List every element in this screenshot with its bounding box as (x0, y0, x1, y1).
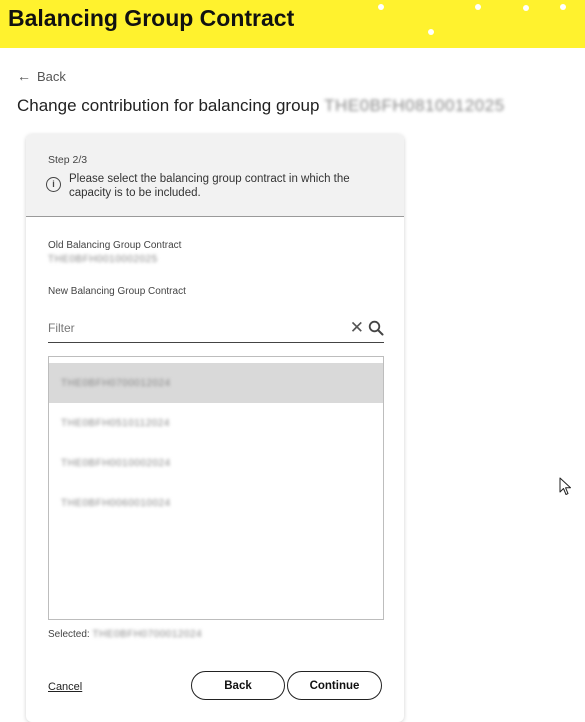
info-text: Please select the balancing group contra… (69, 173, 350, 199)
mouse-cursor-icon (559, 477, 571, 495)
clear-icon[interactable]: ✕ (350, 318, 364, 338)
page-title: Change contribution for balancing group … (17, 96, 505, 116)
back-link[interactable]: ← Back (17, 68, 66, 84)
banner-decoration-dot (560, 4, 566, 10)
info-icon: i (46, 177, 61, 192)
continue-button[interactable]: Continue (287, 671, 382, 700)
back-button[interactable]: Back (191, 671, 285, 700)
card-header: Step 2/3 i Please select the balancing g… (26, 134, 404, 217)
step-indicator: Step 2/3 (48, 154, 88, 166)
arrow-left-icon: ← (17, 68, 31, 84)
contract-id: THE0BFH0700012024 (61, 377, 171, 389)
contract-list-item[interactable]: THE0BFH0010002024 (49, 443, 383, 483)
contract-id: THE0BFH0510112024 (61, 417, 170, 429)
info-message: i Please select the balancing group cont… (46, 172, 386, 200)
selected-value: THE0BFH0700012024 (92, 629, 203, 640)
balancing-group-id: THE0BFH0810012025 (324, 96, 505, 115)
banner-decoration-dot (428, 29, 434, 35)
contract-list-item[interactable]: THE0BFH0060010024 (49, 483, 383, 523)
new-contract-label: New Balancing Group Contract (48, 286, 186, 297)
banner-decoration-dot (378, 4, 384, 10)
contract-list[interactable]: THE0BFH0700012024 THE0BFH0510112024 THE0… (48, 356, 384, 620)
banner-decoration-dot (523, 5, 529, 11)
page-title-text: Change contribution for balancing group (17, 96, 320, 115)
contract-selection-card: Step 2/3 i Please select the balancing g… (26, 134, 404, 722)
contract-list-item[interactable]: THE0BFH0510112024 (49, 403, 383, 443)
back-link-label: Back (37, 68, 66, 84)
header-banner: Balancing Group Contract (0, 0, 585, 48)
old-contract-label: Old Balancing Group Contract (48, 240, 182, 251)
cancel-link[interactable]: Cancel (48, 681, 82, 693)
selected-label: Selected: (48, 629, 90, 640)
contract-id: THE0BFH0060010024 (61, 497, 171, 509)
search-icon[interactable] (368, 320, 384, 336)
selected-summary: Selected: THE0BFH0700012024 (48, 629, 202, 640)
old-contract-value: THE0BFH0010002025 (48, 254, 158, 265)
contract-id: THE0BFH0010002024 (61, 457, 171, 469)
contract-list-item[interactable]: THE0BFH0700012024 (49, 363, 383, 403)
app-title: Balancing Group Contract (8, 5, 295, 31)
filter-input[interactable] (48, 321, 328, 335)
filter-field: ✕ (48, 316, 384, 343)
banner-decoration-dot (475, 4, 481, 10)
